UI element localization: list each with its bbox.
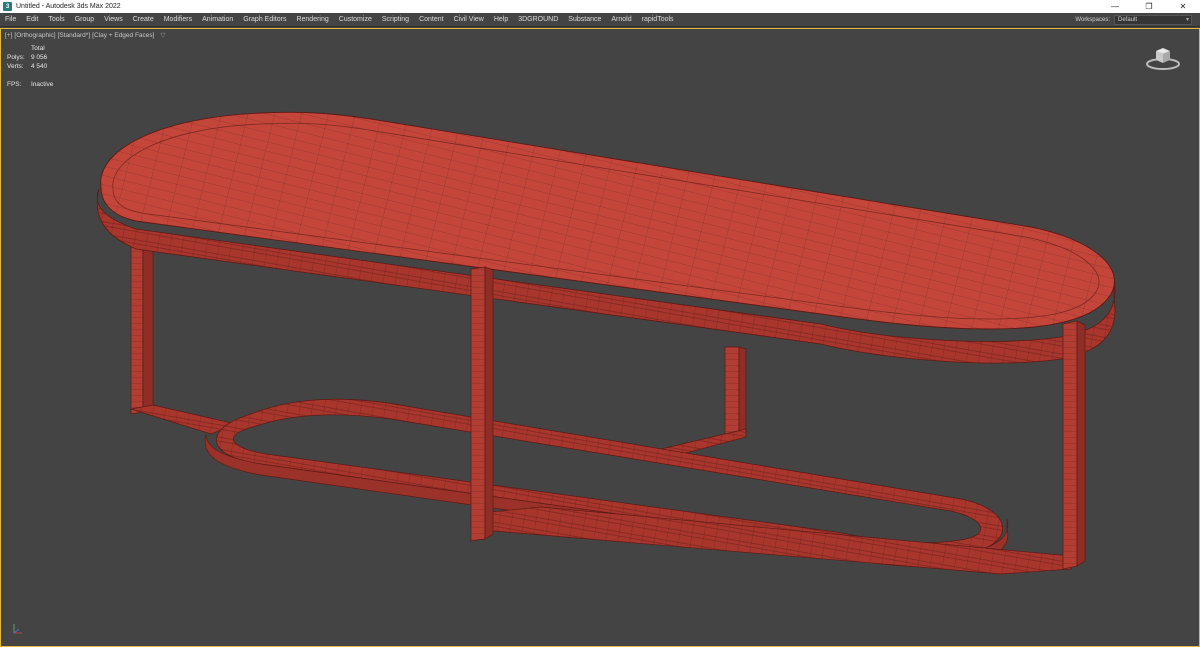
menu-bar: File Edit Tools Group Views Create Modif…	[0, 13, 1200, 27]
menu-scripting[interactable]: Scripting	[377, 13, 414, 27]
stats-polys-label: Polys:	[7, 54, 25, 61]
stats-fps-value: Inactive	[31, 81, 54, 88]
menu-file[interactable]: File	[0, 13, 21, 27]
stats-total-header: Total	[31, 45, 45, 52]
table-model[interactable]	[1, 29, 1199, 646]
menu-civil-view[interactable]: Civil View	[449, 13, 489, 27]
app-icon: 3	[3, 2, 12, 11]
workspaces-switcher: Workspaces: Default	[1075, 13, 1192, 27]
menu-rapidtools[interactable]: rapidTools	[637, 13, 679, 27]
viewcube-icon[interactable]	[1145, 43, 1181, 71]
menu-3dground[interactable]: 3DGROUND	[513, 13, 563, 27]
menu-edit[interactable]: Edit	[21, 13, 43, 27]
menu-views[interactable]: Views	[99, 13, 128, 27]
menu-create[interactable]: Create	[128, 13, 159, 27]
front-left-leg[interactable]	[470, 266, 494, 542]
menu-graph-editors[interactable]: Graph Editors	[238, 13, 291, 27]
viewport-point-of-view-menu[interactable]: [Orthographic]	[14, 32, 55, 39]
stats-verts-label: Verts:	[7, 63, 24, 70]
viewport-shading-mode-menu[interactable]: [Clay + Edged Faces]	[92, 32, 154, 39]
statistics-overlay: Total Polys: 9 056 Verts: 4 540 FPS: Inacti…	[7, 44, 53, 89]
menu-animation[interactable]: Animation	[197, 13, 238, 27]
stats-verts-value: 4 540	[31, 63, 48, 70]
stats-polys-value: 9 056	[31, 54, 48, 61]
stats-fps-label: FPS:	[7, 81, 22, 88]
menu-arnold[interactable]: Arnold	[606, 13, 636, 27]
menu-tools[interactable]: Tools	[43, 13, 69, 27]
back-left-leg[interactable]	[130, 241, 154, 415]
viewport-filter-icon[interactable]: ▽	[160, 31, 165, 39]
menu-substance[interactable]: Substance	[563, 13, 606, 27]
back-right-leg[interactable]	[724, 346, 747, 440]
maximize-button[interactable]: ❐	[1132, 0, 1166, 13]
viewport-general-menu[interactable]: [+]	[5, 32, 12, 39]
viewport-shading-standard-menu[interactable]: [Standard*]	[58, 32, 91, 39]
title-bar: 3 Untitled - Autodesk 3ds Max 2022 — ❐ ✕	[0, 0, 1200, 13]
workspaces-dropdown[interactable]: Default	[1114, 15, 1192, 25]
close-button[interactable]: ✕	[1166, 0, 1200, 13]
minimize-button[interactable]: —	[1098, 0, 1132, 13]
perspective-viewport[interactable]: [+] [Orthographic] [Standard*] [Clay + E…	[0, 28, 1200, 647]
workspaces-label: Workspaces:	[1075, 17, 1110, 23]
menu-rendering[interactable]: Rendering	[291, 13, 333, 27]
axis-tripod-icon	[13, 624, 22, 634]
front-right-leg[interactable]	[1062, 320, 1086, 570]
viewport-label-menu: [+] [Orthographic] [Standard*] [Clay + E…	[5, 31, 165, 40]
menu-help[interactable]: Help	[489, 13, 513, 27]
menu-modifiers[interactable]: Modifiers	[159, 13, 197, 27]
window-title: Untitled - Autodesk 3ds Max 2022	[16, 3, 121, 10]
menu-customize[interactable]: Customize	[334, 13, 377, 27]
menu-content[interactable]: Content	[414, 13, 449, 27]
menu-group[interactable]: Group	[70, 13, 99, 27]
